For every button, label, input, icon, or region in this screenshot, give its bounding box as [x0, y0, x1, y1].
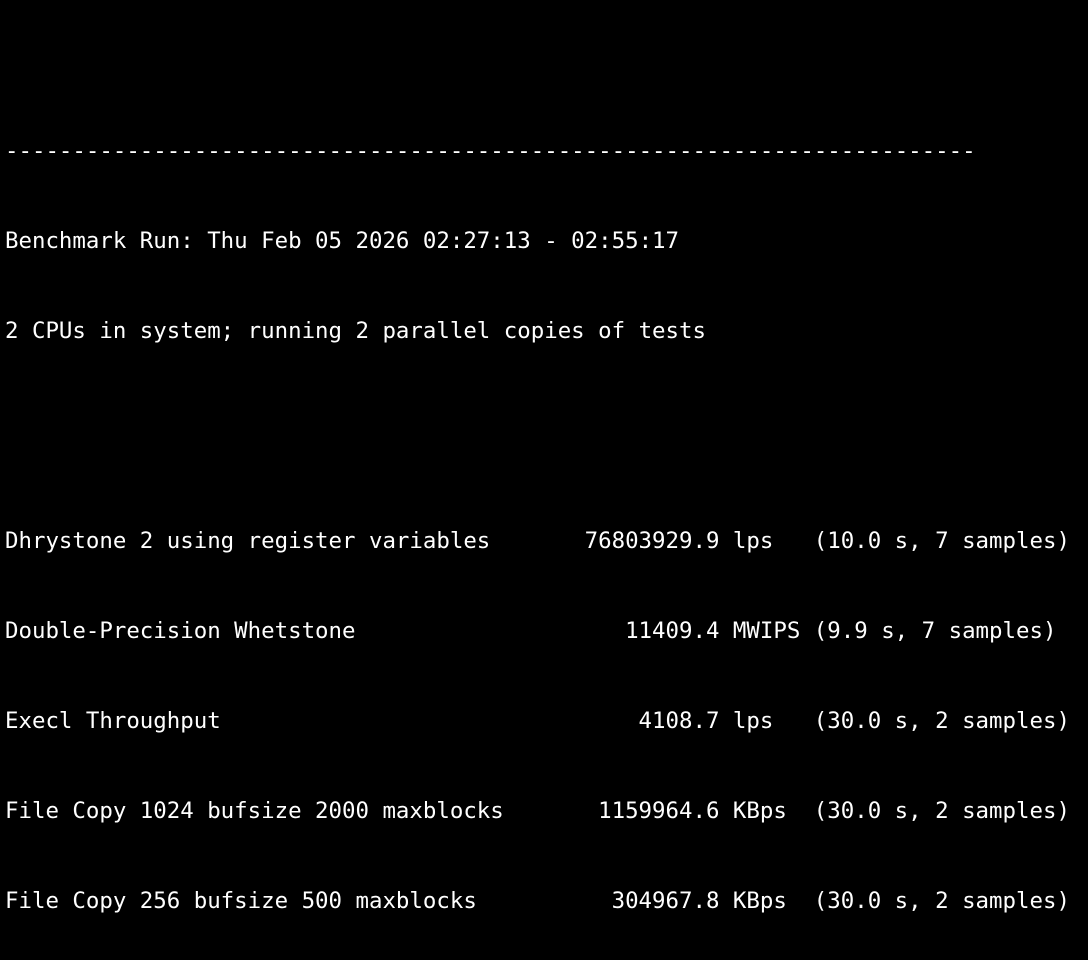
benchmark-unit: KBps	[732, 798, 787, 824]
benchmark-timing: (9.9 s, 7 samples)	[813, 618, 1057, 644]
result-row: File Copy 1024 bufsize 2000 maxblocks 11…	[5, 796, 1088, 826]
result-row: Double-Precision Whetstone 11409.4 MWIPS…	[5, 616, 1088, 646]
benchmark-name: File Copy 256 bufsize 500 maxblocks	[5, 888, 477, 914]
result-row: Dhrystone 2 using register variables 768…	[5, 526, 1088, 556]
separator-line: ----------------------------------------…	[5, 138, 976, 164]
benchmark-value: 76803929.9	[584, 528, 720, 554]
benchmark-value: 4108.7	[638, 708, 720, 734]
benchmark-name: File Copy 1024 bufsize 2000 maxblocks	[5, 798, 504, 824]
benchmark-name: Execl Throughput	[5, 708, 221, 734]
benchmark-value: 11409.4	[625, 618, 720, 644]
benchmark-unit: lps	[732, 708, 774, 734]
benchmark-run-line: Benchmark Run: Thu Feb 05 2026 02:27:13 …	[5, 228, 680, 254]
benchmark-value: 304967.8	[611, 888, 720, 914]
benchmark-unit: MWIPS	[732, 618, 801, 644]
benchmark-timing: (30.0 s, 2 samples)	[813, 888, 1070, 914]
terminal-window[interactable]: ----------------------------------------…	[0, 0, 1088, 960]
benchmark-timing: (10.0 s, 7 samples)	[813, 528, 1070, 554]
cpu-info-line: 2 CPUs in system; running 2 parallel cop…	[5, 318, 706, 344]
result-row: Execl Throughput 4108.7 lps (30.0 s, 2 s…	[5, 706, 1088, 736]
benchmark-name: Double-Precision Whetstone	[5, 618, 356, 644]
terminal-scrollback: ----------------------------------------…	[5, 46, 1088, 960]
benchmark-name: Dhrystone 2 using register variables	[5, 528, 491, 554]
result-row: File Copy 256 bufsize 500 maxblocks 3049…	[5, 886, 1088, 916]
benchmark-timing: (30.0 s, 2 samples)	[813, 708, 1070, 734]
benchmark-timing: (30.0 s, 2 samples)	[813, 798, 1070, 824]
benchmark-unit: KBps	[732, 888, 787, 914]
benchmark-value: 1159964.6	[598, 798, 720, 824]
benchmark-unit: lps	[732, 528, 774, 554]
